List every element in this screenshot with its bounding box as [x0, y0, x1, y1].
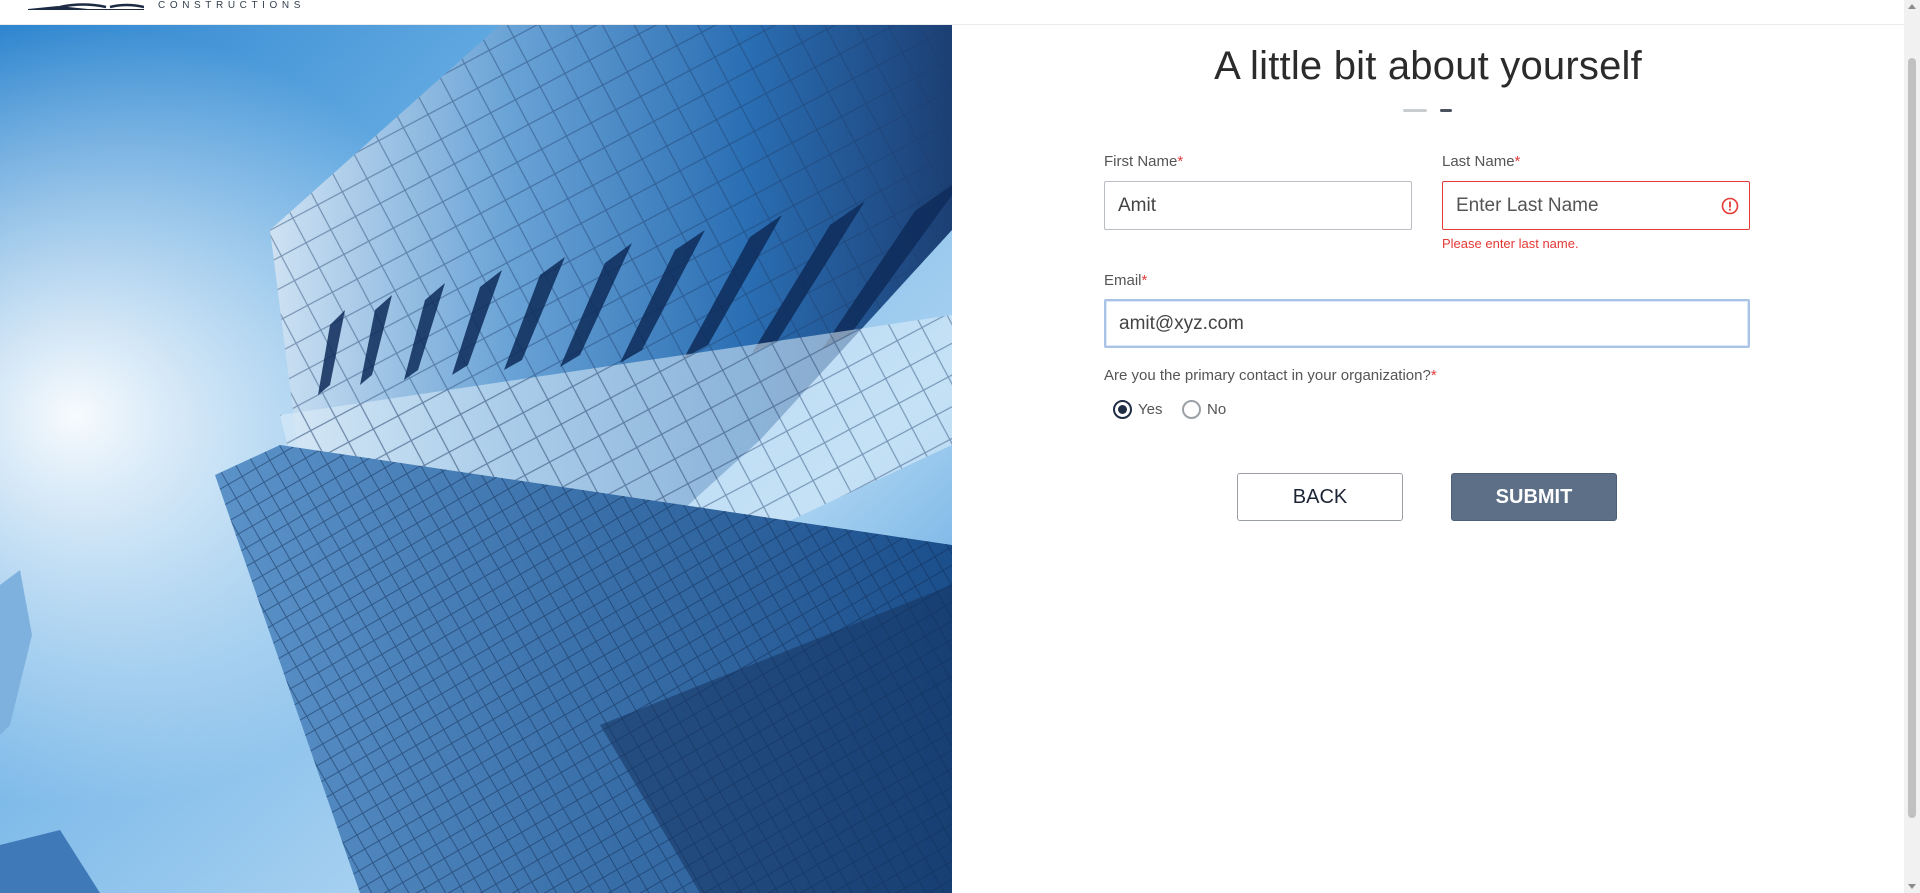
- last-name-error: Please enter last name.: [1442, 236, 1579, 251]
- page-header: CONSTRUCTIONS: [0, 0, 1904, 25]
- radio-no-circle[interactable]: [1182, 399, 1201, 419]
- first-name-input[interactable]: [1105, 182, 1411, 229]
- page-title: A little bit about yourself: [1214, 44, 1642, 88]
- radio-yes[interactable]: Yes: [1113, 399, 1162, 419]
- last-name-label: Last Name*: [1442, 153, 1520, 171]
- required-mark: *: [1141, 272, 1148, 289]
- back-button[interactable]: BACK: [1237, 473, 1403, 521]
- radio-yes-label: Yes: [1138, 400, 1163, 418]
- scrollbar-thumb[interactable]: [1908, 58, 1916, 818]
- required-mark: *: [1177, 153, 1184, 170]
- error-circle-icon: [1721, 197, 1739, 215]
- last-name-field[interactable]: [1442, 181, 1750, 230]
- radio-no[interactable]: No: [1182, 399, 1226, 419]
- last-name-input[interactable]: [1443, 182, 1749, 229]
- step-indicator-2-active: [1440, 109, 1452, 112]
- page-scrollbar[interactable]: [1904, 0, 1920, 893]
- company-logo[interactable]: [28, 0, 144, 10]
- email-label-text: Email: [1104, 272, 1142, 289]
- required-mark: *: [1430, 367, 1437, 384]
- email-input[interactable]: [1106, 301, 1748, 346]
- first-name-field[interactable]: [1104, 181, 1412, 230]
- scroll-up-arrow-icon[interactable]: [1908, 4, 1916, 9]
- email-field[interactable]: [1104, 299, 1750, 348]
- scroll-down-arrow-icon[interactable]: [1908, 884, 1916, 889]
- required-mark: *: [1514, 153, 1521, 170]
- email-label: Email*: [1104, 272, 1147, 290]
- hero-building-image: [0, 25, 952, 893]
- primary-contact-question: Are you the primary contact in your orga…: [1104, 367, 1437, 385]
- last-name-label-text: Last Name: [1442, 153, 1515, 170]
- step-indicator-1: [1403, 109, 1427, 112]
- submit-button[interactable]: SUBMIT: [1451, 473, 1617, 521]
- radio-yes-circle[interactable]: [1113, 399, 1132, 419]
- logo-text: CONSTRUCTIONS: [158, 0, 306, 11]
- first-name-label: First Name*: [1104, 153, 1183, 171]
- first-name-label-text: First Name: [1104, 153, 1178, 170]
- radio-no-label: No: [1207, 400, 1227, 418]
- primary-contact-question-text: Are you the primary contact in your orga…: [1104, 367, 1431, 384]
